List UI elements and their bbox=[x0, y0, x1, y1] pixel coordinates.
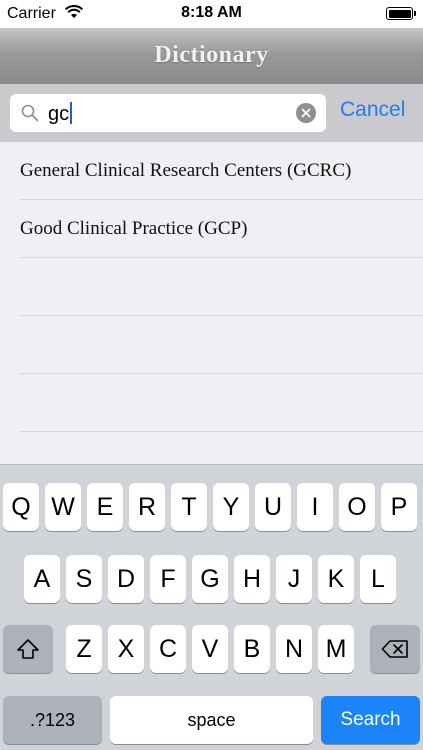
cancel-button[interactable]: Cancel bbox=[340, 98, 405, 122]
results-list: General Clinical Research Centers (GCRC)… bbox=[0, 142, 423, 464]
search-icon bbox=[21, 104, 39, 122]
key-o[interactable]: O bbox=[339, 483, 375, 531]
key-p[interactable]: P bbox=[381, 483, 417, 531]
status-bar: Carrier 8:18 AM bbox=[0, 0, 423, 28]
key-d[interactable]: D bbox=[108, 555, 144, 603]
list-item-label: Good Clinical Practice (GCP) bbox=[20, 218, 248, 239]
numbers-key[interactable]: .?123 bbox=[3, 696, 102, 744]
key-j[interactable]: J bbox=[276, 555, 312, 603]
text-caret bbox=[70, 102, 73, 124]
key-f[interactable]: F bbox=[150, 555, 186, 603]
key-z[interactable]: Z bbox=[66, 625, 102, 673]
keyboard: Q W E R T Y U I O P A S D F G H J K L Z … bbox=[0, 464, 423, 750]
key-l[interactable]: L bbox=[360, 555, 396, 603]
search-query: gc bbox=[48, 103, 70, 125]
shift-icon bbox=[17, 639, 39, 659]
key-c[interactable]: C bbox=[150, 625, 186, 673]
clear-icon bbox=[301, 108, 311, 118]
key-v[interactable]: V bbox=[192, 625, 228, 673]
key-s[interactable]: S bbox=[66, 555, 102, 603]
key-u[interactable]: U bbox=[255, 483, 291, 531]
key-x[interactable]: X bbox=[108, 625, 144, 673]
key-k[interactable]: K bbox=[318, 555, 354, 603]
list-item[interactable]: General Clinical Research Centers (GCRC) bbox=[0, 142, 423, 200]
key-e[interactable]: E bbox=[87, 483, 123, 531]
list-item[interactable]: Good Clinical Practice (GCP) bbox=[0, 200, 423, 258]
clear-search-button[interactable] bbox=[296, 103, 316, 123]
search-input[interactable]: gc bbox=[10, 94, 326, 132]
space-key[interactable]: space bbox=[110, 696, 313, 744]
list-item-empty bbox=[0, 316, 423, 374]
key-a[interactable]: A bbox=[24, 555, 60, 603]
shift-key[interactable] bbox=[3, 625, 53, 673]
list-item-empty bbox=[0, 258, 423, 316]
search-bar: gc Cancel bbox=[0, 84, 423, 142]
key-m[interactable]: M bbox=[318, 625, 354, 673]
battery-icon bbox=[386, 7, 416, 20]
key-y[interactable]: Y bbox=[213, 483, 249, 531]
key-h[interactable]: H bbox=[234, 555, 270, 603]
key-g[interactable]: G bbox=[192, 555, 228, 603]
clock: 8:18 AM bbox=[181, 4, 242, 21]
key-r[interactable]: R bbox=[129, 483, 165, 531]
search-key[interactable]: Search bbox=[321, 696, 420, 744]
navigation-bar: Dictionary bbox=[0, 28, 423, 84]
key-t[interactable]: T bbox=[171, 483, 207, 531]
key-w[interactable]: W bbox=[45, 483, 81, 531]
key-i[interactable]: I bbox=[297, 483, 333, 531]
key-q[interactable]: Q bbox=[3, 483, 39, 531]
list-item-label: General Clinical Research Centers (GCRC) bbox=[20, 160, 352, 181]
page-title: Dictionary bbox=[154, 42, 269, 68]
key-n[interactable]: N bbox=[276, 625, 312, 673]
backspace-key[interactable] bbox=[370, 625, 420, 673]
backspace-icon bbox=[381, 640, 408, 658]
key-b[interactable]: B bbox=[234, 625, 270, 673]
list-item-empty bbox=[0, 374, 423, 432]
row-divider bbox=[20, 431, 423, 432]
